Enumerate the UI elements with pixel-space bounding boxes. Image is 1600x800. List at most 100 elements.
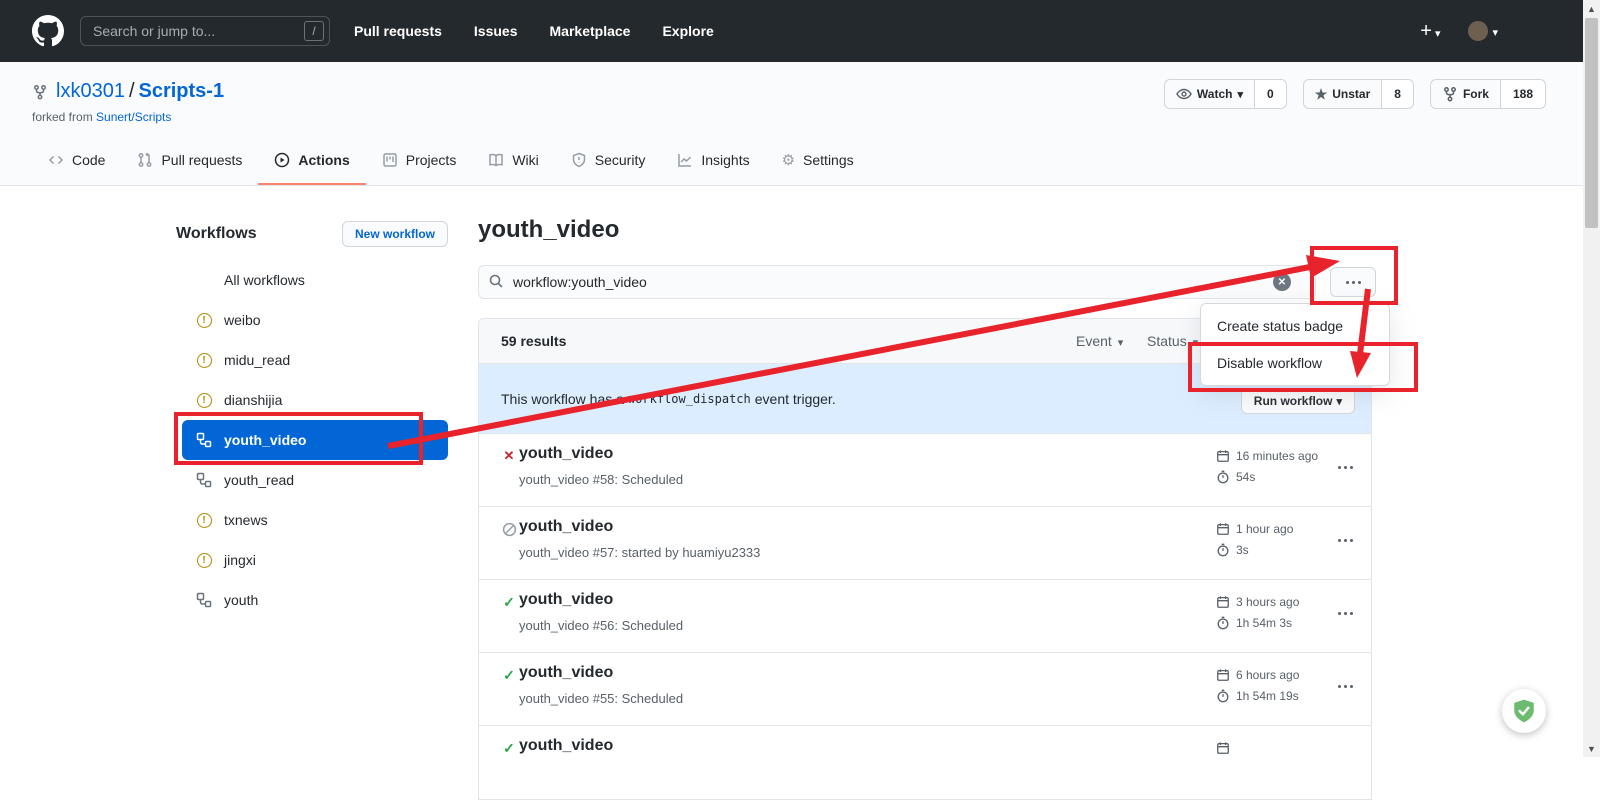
- repo-social-buttons: Watch 0 Unstar 8 Fork 188: [1164, 79, 1546, 109]
- nav-marketplace[interactable]: Marketplace: [550, 23, 631, 39]
- workflow-icon: [196, 472, 212, 488]
- run-options-button[interactable]: [1334, 460, 1357, 475]
- fork-source-link[interactable]: Sunert/Scripts: [96, 110, 171, 124]
- chevron-down-icon: [1191, 333, 1199, 349]
- runs-search-input[interactable]: [478, 265, 1316, 299]
- sidebar-item-txnews[interactable]: ! txnews: [182, 500, 448, 540]
- chevron-down-icon: [1435, 21, 1441, 42]
- workflow-label: dianshijia: [224, 392, 282, 408]
- fork-button[interactable]: Fork: [1430, 79, 1501, 109]
- global-search-input[interactable]: [80, 16, 330, 46]
- status-filter-dropdown[interactable]: Status: [1147, 333, 1198, 349]
- run-description: youth_video #55: Scheduled: [519, 691, 683, 706]
- run-options-button[interactable]: [1334, 606, 1357, 621]
- run-title-link[interactable]: youth_video: [519, 664, 613, 682]
- breadcrumb-separator: /: [125, 80, 139, 102]
- run-workflow-label: Run workflow: [1254, 394, 1333, 408]
- watch-count[interactable]: 0: [1255, 79, 1287, 109]
- tab-pull-requests[interactable]: Pull requests: [121, 137, 258, 185]
- run-title-link[interactable]: youth_video: [519, 737, 613, 755]
- graph-icon: [677, 152, 693, 168]
- run-row: youth_video youth_video #58: Scheduled 1…: [479, 434, 1371, 507]
- scroll-down-arrow[interactable]: [1583, 740, 1600, 757]
- plus-icon: [1420, 20, 1432, 43]
- sidebar-item-youth[interactable]: youth: [182, 580, 448, 620]
- sidebar-title: Workflows: [176, 225, 257, 243]
- run-options-button[interactable]: [1334, 533, 1357, 548]
- unstar-button[interactable]: Unstar: [1303, 79, 1383, 109]
- avatar: [1468, 21, 1488, 41]
- nav-issues[interactable]: Issues: [474, 23, 518, 39]
- repo-forked-icon: [1442, 86, 1458, 102]
- sidebar-item-weibo[interactable]: ! weibo: [182, 300, 448, 340]
- run-workflow-button[interactable]: Run workflow: [1241, 388, 1355, 414]
- fork-count[interactable]: 188: [1501, 79, 1546, 109]
- scroll-up-arrow[interactable]: [1583, 0, 1600, 17]
- github-logo-icon[interactable]: [32, 15, 64, 47]
- tab-projects[interactable]: Projects: [366, 137, 473, 185]
- run-duration: 1h 54m 3s: [1236, 616, 1292, 630]
- scrollbar-thumb[interactable]: [1585, 18, 1598, 228]
- stopwatch-icon: [1216, 543, 1230, 557]
- star-icon: [1315, 86, 1328, 103]
- tab-insights[interactable]: Insights: [661, 137, 765, 185]
- nav-pull-requests[interactable]: Pull requests: [354, 23, 442, 39]
- stopwatch-icon: [1216, 470, 1230, 484]
- workflow-options-button[interactable]: [1330, 267, 1376, 297]
- tab-label: Projects: [406, 152, 457, 168]
- nav-explore[interactable]: Explore: [662, 23, 713, 39]
- sidebar-item-all-workflows[interactable]: All workflows: [182, 260, 448, 300]
- chevron-down-icon: [1336, 394, 1342, 408]
- calendar-icon: [1216, 449, 1230, 463]
- user-menu-button[interactable]: [1468, 21, 1498, 41]
- clear-search-icon[interactable]: [1273, 273, 1291, 291]
- page-title: youth_video: [478, 216, 1372, 250]
- tab-label: Pull requests: [161, 152, 242, 168]
- run-title-link[interactable]: youth_video: [519, 518, 613, 536]
- global-header: / Pull requests Issues Marketplace Explo…: [0, 0, 1600, 62]
- run-time: 16 minutes ago: [1236, 449, 1318, 463]
- sidebar-item-youth-video[interactable]: youth_video: [182, 420, 448, 460]
- tab-label: Code: [72, 152, 105, 168]
- menu-item-disable-workflow[interactable]: Disable workflow: [1201, 344, 1389, 381]
- tab-wiki[interactable]: Wiki: [472, 137, 554, 185]
- star-count[interactable]: 8: [1382, 79, 1414, 109]
- scrollbar: [1583, 0, 1600, 757]
- tab-settings[interactable]: Settings: [766, 137, 870, 185]
- workflow-label: youth_video: [224, 432, 306, 448]
- search-icon: [488, 273, 504, 289]
- tab-code[interactable]: Code: [32, 137, 121, 185]
- run-title-link[interactable]: youth_video: [519, 591, 613, 609]
- forked-from-note: forked from Sunert/Scripts: [32, 110, 171, 124]
- play-icon: [274, 152, 290, 168]
- watch-button[interactable]: Watch: [1164, 79, 1255, 109]
- repo-name-link[interactable]: Scripts-1: [139, 80, 225, 102]
- event-filter-dropdown[interactable]: Event: [1076, 333, 1123, 349]
- shield-check-icon: [1511, 698, 1537, 724]
- code-icon: [48, 152, 64, 168]
- calendar-icon: [1216, 522, 1230, 536]
- new-workflow-button[interactable]: New workflow: [342, 221, 448, 247]
- tab-actions[interactable]: Actions: [258, 137, 365, 185]
- create-new-button[interactable]: [1420, 20, 1440, 43]
- sidebar-item-midu-read[interactable]: ! midu_read: [182, 340, 448, 380]
- run-options-button[interactable]: [1334, 679, 1357, 694]
- run-row: youth_video youth_video #56: Scheduled 3…: [479, 580, 1371, 653]
- calendar-icon: [1216, 741, 1230, 755]
- banner-text: event trigger.: [755, 391, 836, 407]
- fork-label: Fork: [1463, 87, 1489, 101]
- run-row: youth_video youth_video #57: started by …: [479, 507, 1371, 580]
- adguard-shield-badge[interactable]: [1502, 689, 1546, 733]
- sidebar-item-youth-read[interactable]: youth_read: [182, 460, 448, 500]
- menu-item-create-status-badge[interactable]: Create status badge: [1201, 308, 1389, 344]
- sidebar-item-jingxi[interactable]: ! jingxi: [182, 540, 448, 580]
- workflow-label: jingxi: [224, 552, 256, 568]
- sidebar-item-dianshijia[interactable]: ! dianshijia: [182, 380, 448, 420]
- run-title-link[interactable]: youth_video: [519, 445, 613, 463]
- failure-x-icon: [501, 448, 517, 464]
- tab-label: Insights: [701, 152, 749, 168]
- repo-owner-link[interactable]: lxk0301: [56, 80, 125, 102]
- slash-shortcut-badge: /: [304, 21, 324, 41]
- banner-code: workflow_dispatch: [624, 392, 755, 406]
- tab-security[interactable]: Security: [555, 137, 662, 185]
